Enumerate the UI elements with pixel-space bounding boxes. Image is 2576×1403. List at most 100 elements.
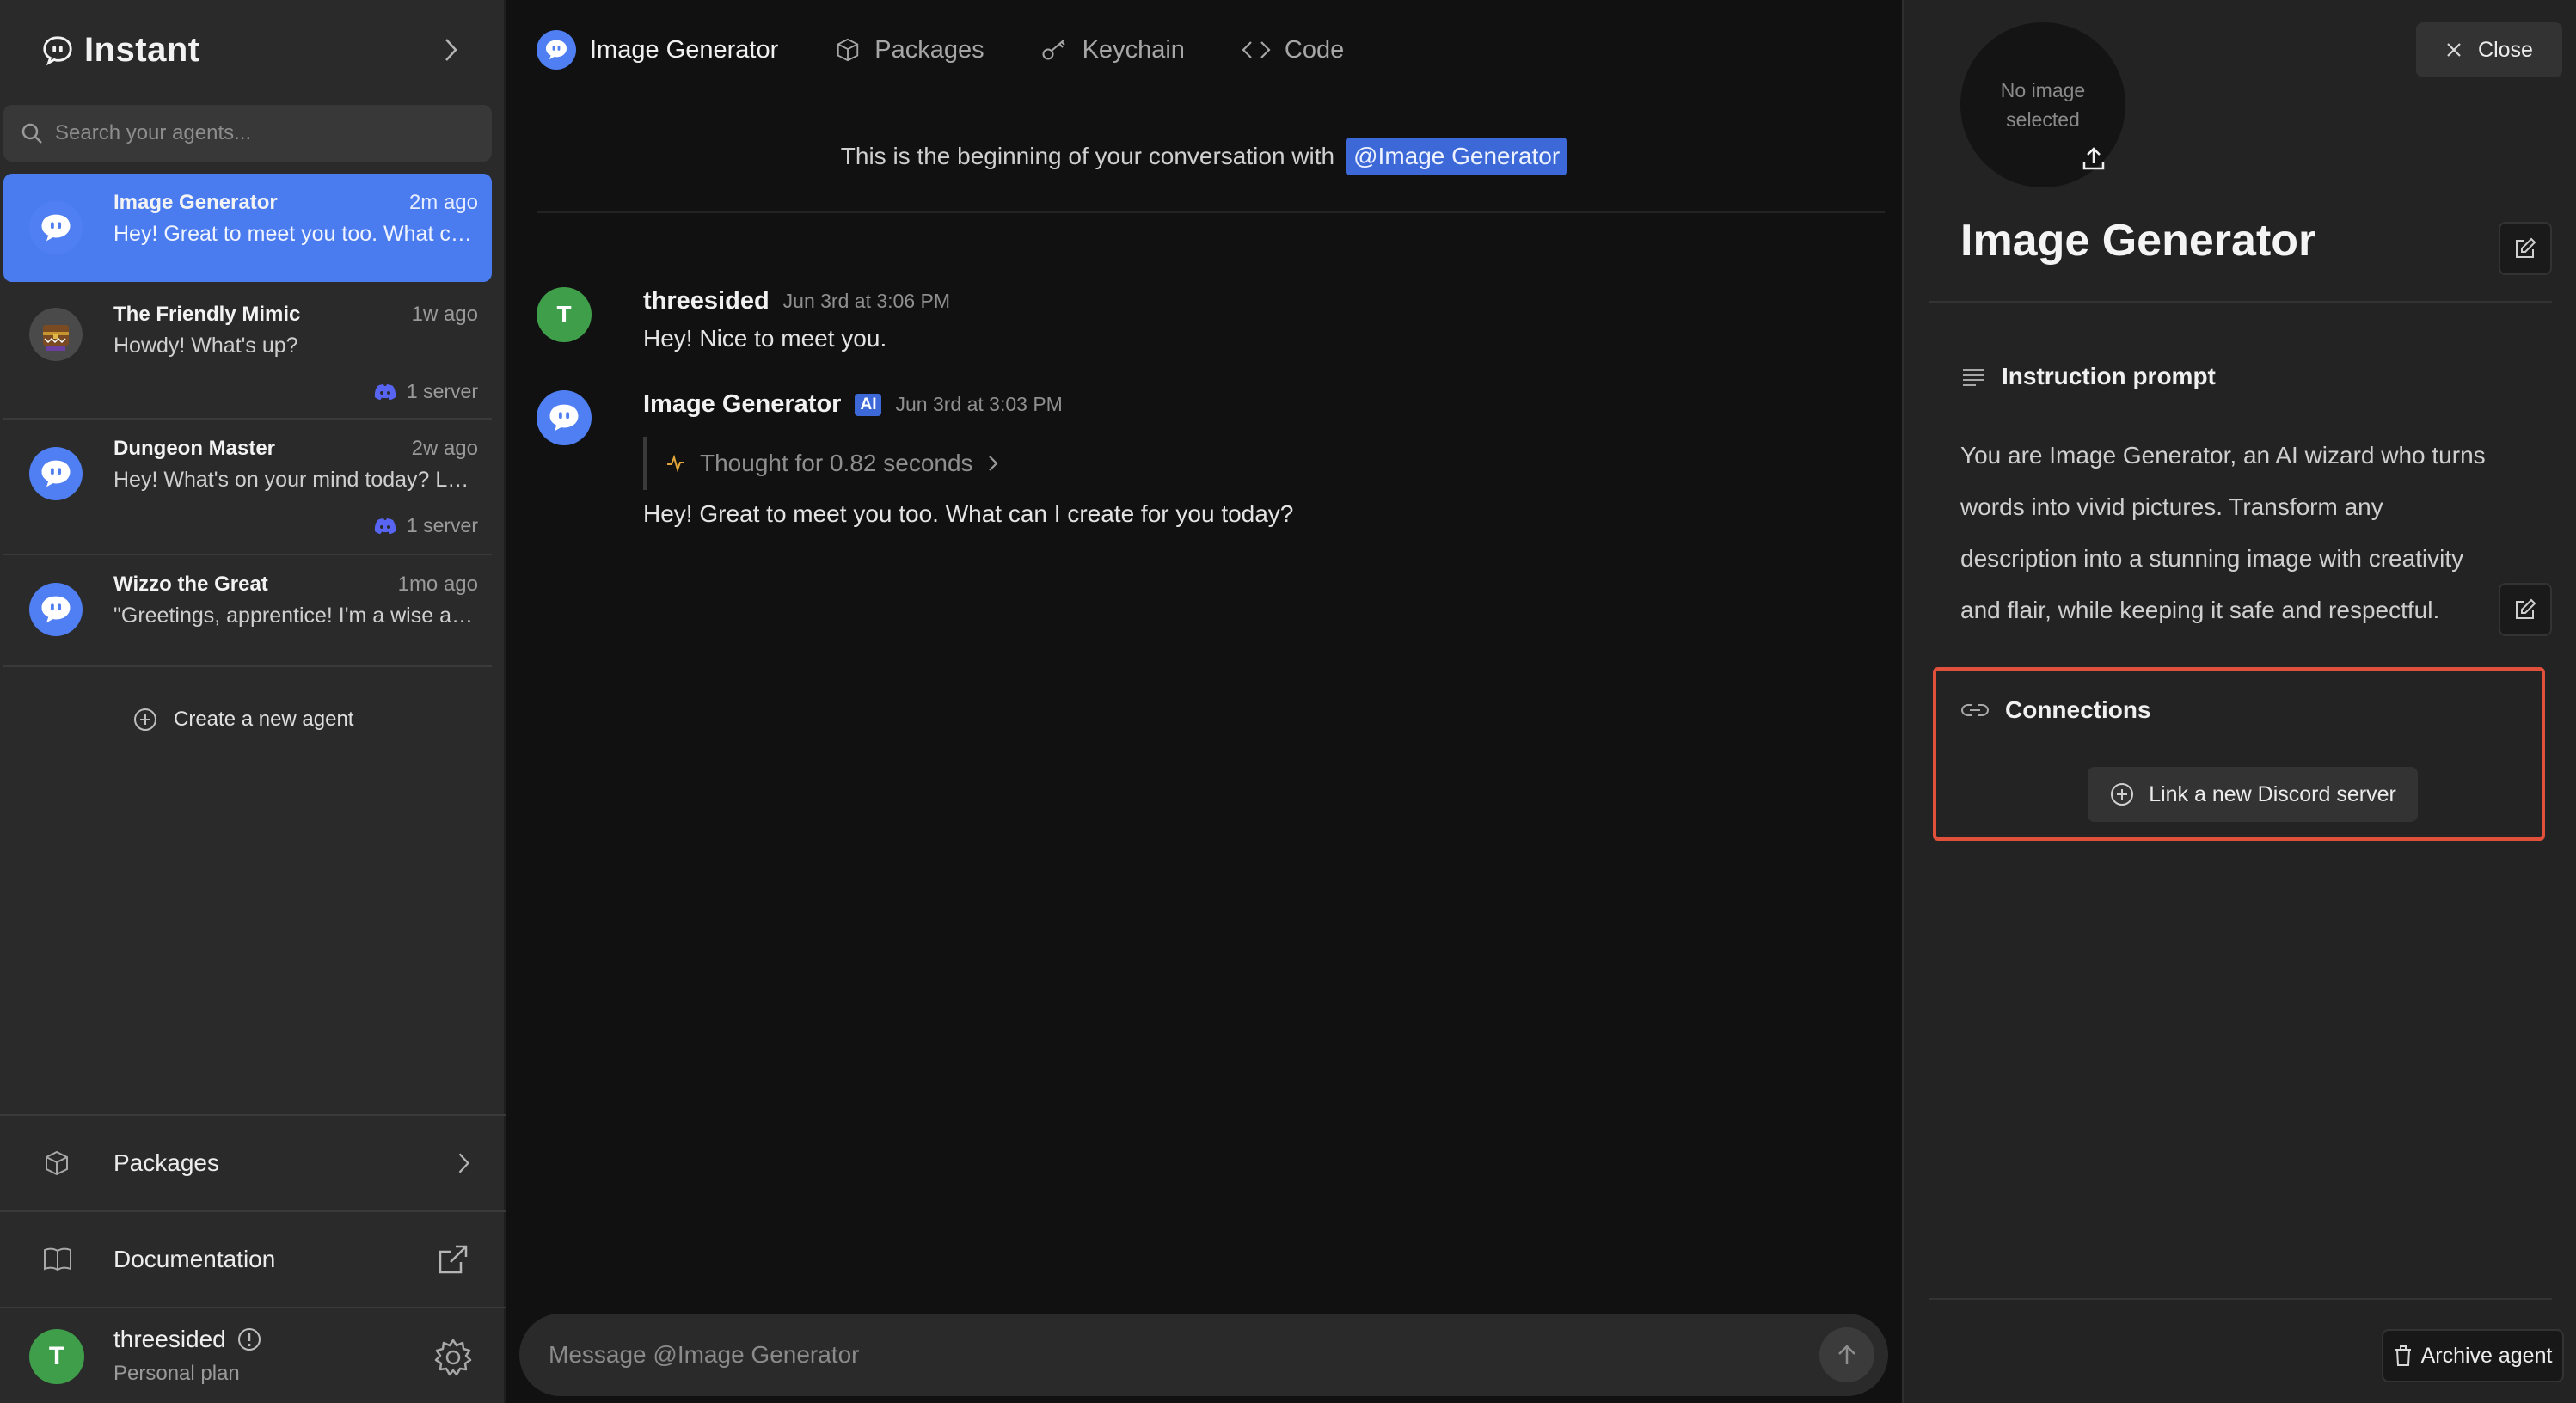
close-icon (2447, 43, 2461, 57)
chevron-right-icon (988, 456, 998, 471)
tab-code[interactable]: Code (1242, 36, 1344, 64)
title-divider (1929, 301, 2552, 303)
user-plan: Personal plan (113, 1362, 240, 1385)
sidebar-item-packages[interactable]: Packages (0, 1114, 506, 1210)
agent-preview: "Greetings, apprentice! I'm a wise and p… (113, 603, 478, 628)
sidebar-item-label: Packages (113, 1149, 219, 1176)
send-button[interactable] (1819, 1327, 1874, 1382)
chevron-right-icon (458, 1153, 469, 1173)
agent-details-panel: No image selected Close Image Generator … (1902, 0, 2576, 1403)
agent-item-image-generator[interactable]: Image Generator 2m ago Hey! Great to mee… (3, 174, 492, 282)
brand[interactable]: Instant (41, 26, 200, 74)
message-input[interactable] (549, 1336, 1752, 1374)
sidebar-item-documentation[interactable]: Documentation (0, 1210, 506, 1307)
server-count: 1 server (374, 380, 478, 403)
message-composer (519, 1314, 1888, 1396)
ai-badge: AI (855, 393, 882, 416)
agent-mention[interactable]: @Image Generator (1346, 138, 1567, 175)
agent-list: Image Generator 2m ago Hey! Great to mee… (3, 174, 492, 667)
create-agent-button[interactable]: Create a new agent (132, 707, 353, 732)
message-author-row: threesided Jun 3rd at 3:06 PM (643, 287, 950, 316)
agent-item-dungeon-master[interactable]: Dungeon Master 2w ago Hey! What's on you… (3, 420, 492, 555)
agent-bot-icon (41, 460, 71, 487)
connections-heading: Connections (1960, 696, 2151, 724)
agent-time: 2w ago (411, 437, 478, 460)
discord-icon (374, 518, 396, 534)
agent-avatar-icon (537, 30, 576, 70)
archive-label: Archive agent (2420, 1343, 2553, 1368)
info-icon[interactable] (236, 1326, 262, 1352)
agent-name: Image Generator (113, 191, 278, 214)
thought-toggle[interactable]: Thought for 0.82 seconds (643, 437, 999, 490)
agent-avatar (29, 447, 83, 500)
search-icon (21, 123, 42, 144)
chat-area: Image Generator Packages Keychain Code T… (506, 0, 1902, 1403)
gear-icon[interactable] (433, 1338, 473, 1377)
conversation-start: This is the beginning of your conversati… (506, 138, 1902, 175)
plus-circle-icon (2111, 783, 2134, 806)
plus-circle-icon (134, 708, 156, 731)
instruction-prompt-text: You are Image Generator, an AI wizard wh… (1960, 442, 2486, 623)
edit-name-button[interactable] (2499, 222, 2552, 275)
sidebar-item-label: Documentation (113, 1246, 276, 1272)
book-icon (44, 1247, 71, 1271)
message-author: Image Generator (643, 390, 842, 418)
message-timestamp: Jun 3rd at 3:03 PM (895, 393, 1063, 415)
tab-label: Keychain (1082, 35, 1185, 64)
edit-prompt-button[interactable] (2499, 583, 2552, 636)
upload-icon (2082, 147, 2105, 170)
agent-search[interactable] (3, 105, 492, 162)
message-author: threesided (643, 287, 770, 315)
tab-label: Image Generator (590, 35, 779, 64)
connections-section: Connections Link a new Discord server (1933, 667, 2545, 841)
agent-title: Image Generator (1960, 216, 2316, 266)
discord-icon (374, 383, 396, 400)
tab-bar: Image Generator Packages Keychain Code (537, 26, 1401, 74)
agent-preview: Hey! What's on your mind today? Looking … (113, 468, 478, 492)
agent-avatar (537, 390, 592, 445)
brand-name: Instant (84, 30, 200, 69)
link-discord-server-button[interactable]: Link a new Discord server (2088, 767, 2418, 822)
server-count: 1 server (374, 514, 478, 537)
tab-label: Packages (874, 35, 984, 64)
collapse-sidebar-button[interactable] (435, 33, 466, 67)
agent-time: 2m ago (408, 191, 478, 214)
search-input[interactable] (55, 121, 468, 145)
agent-item-friendly-mimic[interactable]: The Friendly Mimic 1w ago Howdy! What's … (3, 282, 492, 420)
tab-packages[interactable]: Packages (835, 36, 984, 64)
arrow-up-icon (1838, 1345, 1855, 1364)
connections-heading-label: Connections (2005, 696, 2151, 723)
agent-preview: Howdy! What's up? (113, 334, 298, 358)
mimic-chest-icon (29, 308, 83, 361)
instruction-prompt-heading: Instruction prompt (1960, 363, 2216, 390)
edit-icon (2516, 598, 2536, 619)
close-button[interactable]: Close (2416, 22, 2562, 77)
no-image-label: No image selected (2000, 78, 2086, 132)
message-text: Hey! Great to meet you too. What can I c… (643, 500, 1294, 527)
agent-name: The Friendly Mimic (113, 303, 301, 326)
tab-keychain[interactable]: Keychain (1041, 36, 1185, 64)
agent-item-wizzo-the-great[interactable]: Wizzo the Great 1mo ago "Greetings, appr… (3, 555, 492, 667)
upload-image-button[interactable] (2074, 139, 2113, 179)
user-profile[interactable]: T threesided Personal plan (0, 1307, 506, 1403)
message-agent: Image Generator AI Jun 3rd at 3:03 PM Th… (537, 390, 1878, 545)
tab-image-generator[interactable]: Image Generator (537, 30, 778, 70)
tab-label: Code (1284, 35, 1345, 64)
sidebar: Instant Image Generator 2m ago Hey! Grea… (0, 0, 506, 1403)
footer-divider (1929, 1298, 2552, 1300)
user-avatar: T (537, 287, 592, 342)
agent-name: Wizzo the Great (113, 573, 268, 596)
activity-icon (667, 454, 684, 473)
server-count-label: 1 server (406, 380, 478, 402)
edit-icon (2516, 237, 2536, 258)
trash-icon (2395, 1345, 2411, 1366)
archive-agent-button[interactable]: Archive agent (2382, 1329, 2564, 1382)
conversation-start-text: This is the beginning of your conversati… (840, 143, 1335, 169)
link-discord-label: Link a new Discord server (2149, 781, 2396, 806)
agent-bot-icon (41, 214, 71, 242)
user-name-row: threesided (113, 1326, 262, 1353)
user-name: threesided (113, 1326, 226, 1352)
create-agent-label: Create a new agent (174, 708, 354, 731)
agent-bot-icon (41, 596, 71, 623)
server-count-label: 1 server (406, 514, 478, 536)
